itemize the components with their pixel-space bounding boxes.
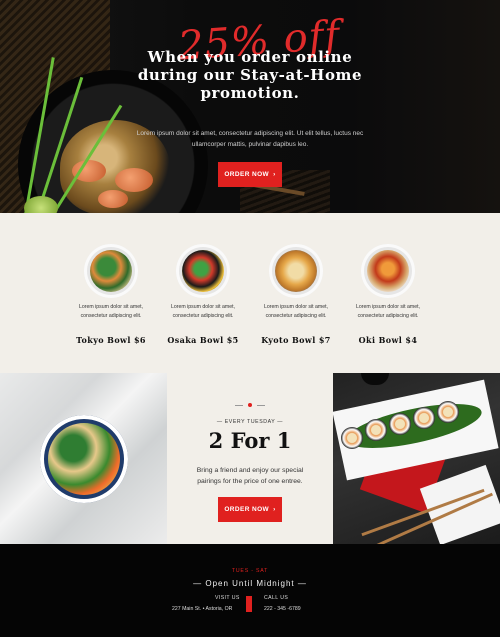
oki-bowl-image xyxy=(361,244,415,298)
shrimp-image xyxy=(115,168,153,192)
sushi-roll-image xyxy=(389,413,411,435)
menu-item-description: Lorem ipsum dolor sit amet, consectetur … xyxy=(170,304,235,319)
menu-item-name: Kyoto Bowl $7 xyxy=(261,335,331,345)
special-body-text: Bring a friend and enjoy our special pai… xyxy=(196,467,304,485)
sushi-roll-image xyxy=(365,419,387,441)
menu-item-description: Lorem ipsum dolor sit amet, consectetur … xyxy=(78,304,143,319)
menu-section: Lorem ipsum dolor sit amet, consectetur … xyxy=(0,213,500,373)
open-days: TUES - SAT xyxy=(231,568,269,574)
poke-bowl-photo xyxy=(0,373,167,544)
chevron-right-icon: › xyxy=(273,171,276,178)
address-text[interactable]: 227 Main St. • Astoria, OR xyxy=(172,606,232,612)
special-offer-panel: — EVERY TUESDAY — 2 For 1 Bring a friend… xyxy=(167,373,333,544)
hero-section: 25% off When you order online during our… xyxy=(0,0,500,213)
order-now-button[interactable]: ORDER NOW › xyxy=(218,497,282,522)
sushi-roll-image xyxy=(437,401,459,423)
call-us-label: CALL US xyxy=(264,595,289,601)
phone-number[interactable]: 222 - 345 -6789 xyxy=(264,606,301,612)
page: 25% off When you order online during our… xyxy=(0,0,500,637)
footer: TUES - SAT — Open Until Midnight — VISIT… xyxy=(0,544,500,637)
sushi-roll-image xyxy=(341,427,363,449)
tokyo-bowl-image xyxy=(84,244,138,298)
hero-headline: When you order online during our Stay-at… xyxy=(137,48,363,102)
menu-item-name: Oki Bowl $4 xyxy=(358,335,418,345)
special-title: 2 For 1 xyxy=(208,428,292,453)
order-now-label: ORDER NOW xyxy=(224,171,270,178)
order-now-button[interactable]: ORDER NOW › xyxy=(218,162,282,187)
chevron-right-icon: › xyxy=(273,506,276,513)
poke-bowl-image xyxy=(40,415,128,503)
sauce-dish-image xyxy=(361,373,389,385)
sushi-photo xyxy=(332,373,500,549)
sushi-roll-image xyxy=(413,407,435,429)
special-section: — EVERY TUESDAY — 2 For 1 Bring a friend… xyxy=(0,373,500,549)
divider-ornament xyxy=(235,403,265,407)
every-tuesday-label: — EVERY TUESDAY — xyxy=(216,419,284,425)
osaka-bowl-image xyxy=(176,244,230,298)
lime-image xyxy=(24,196,58,213)
visit-us-label: VISIT US xyxy=(215,595,240,601)
kyoto-bowl-image xyxy=(269,244,323,298)
menu-item-description: Lorem ipsum dolor sit amet, consectetur … xyxy=(263,304,328,319)
menu-item-name: Tokyo Bowl $6 xyxy=(76,335,146,345)
divider-bar xyxy=(246,596,252,612)
menu-item-description: Lorem ipsum dolor sit amet, consectetur … xyxy=(355,304,420,319)
shrimp-image xyxy=(98,190,128,208)
hero-body-text: Lorem ipsum dolor sit amet, consectetur … xyxy=(136,130,364,148)
opening-hours: — Open Until Midnight — xyxy=(193,579,307,588)
menu-item-name: Osaka Bowl $5 xyxy=(167,335,239,345)
order-now-label: ORDER NOW xyxy=(224,506,270,513)
